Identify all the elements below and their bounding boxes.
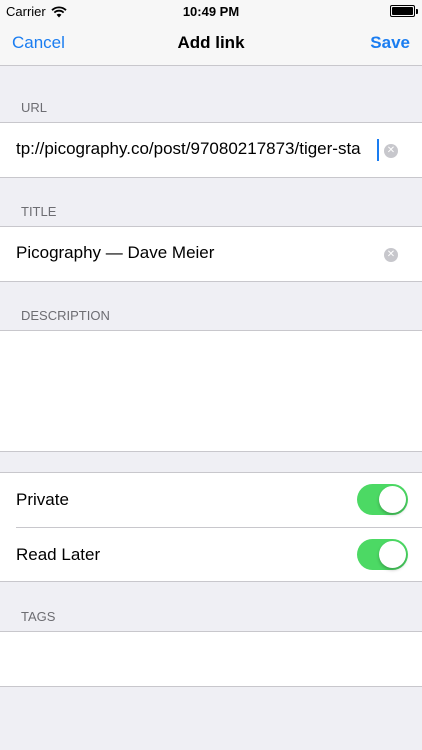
toggles-group: Private Read Later (0, 472, 422, 582)
status-time: 10:49 PM (182, 4, 240, 19)
url-input[interactable]: tp://picography.co/post/97080217873/tige… (16, 139, 378, 159)
clear-title-icon[interactable]: ✕ (384, 248, 398, 262)
read-later-label: Read Later (16, 545, 101, 564)
url-section-header: URL (21, 100, 48, 115)
private-label: Private (16, 490, 69, 509)
navigation-bar: Cancel Add link Save (0, 22, 422, 66)
private-toggle[interactable] (357, 484, 408, 515)
page-title: Add link (177, 33, 245, 52)
text-caret (377, 139, 379, 161)
tags-section-header: TAGS (21, 609, 56, 624)
read-later-toggle[interactable] (357, 539, 408, 570)
title-field[interactable]: Picography — Dave Meier ✕ (0, 226, 422, 282)
battery-icon (390, 5, 418, 17)
title-input[interactable]: Picography — Dave Meier (16, 243, 376, 263)
title-section-header: TITLE (21, 204, 57, 219)
status-bar: Carrier 10:49 PM (0, 0, 422, 22)
clear-url-icon[interactable]: ✕ (384, 144, 398, 158)
tags-field[interactable] (0, 631, 422, 687)
url-field[interactable]: tp://picography.co/post/97080217873/tige… (0, 122, 422, 178)
description-field[interactable] (0, 330, 422, 452)
save-button[interactable]: Save (370, 33, 410, 53)
divider (16, 527, 422, 528)
description-section-header: DESCRIPTION (21, 308, 110, 323)
